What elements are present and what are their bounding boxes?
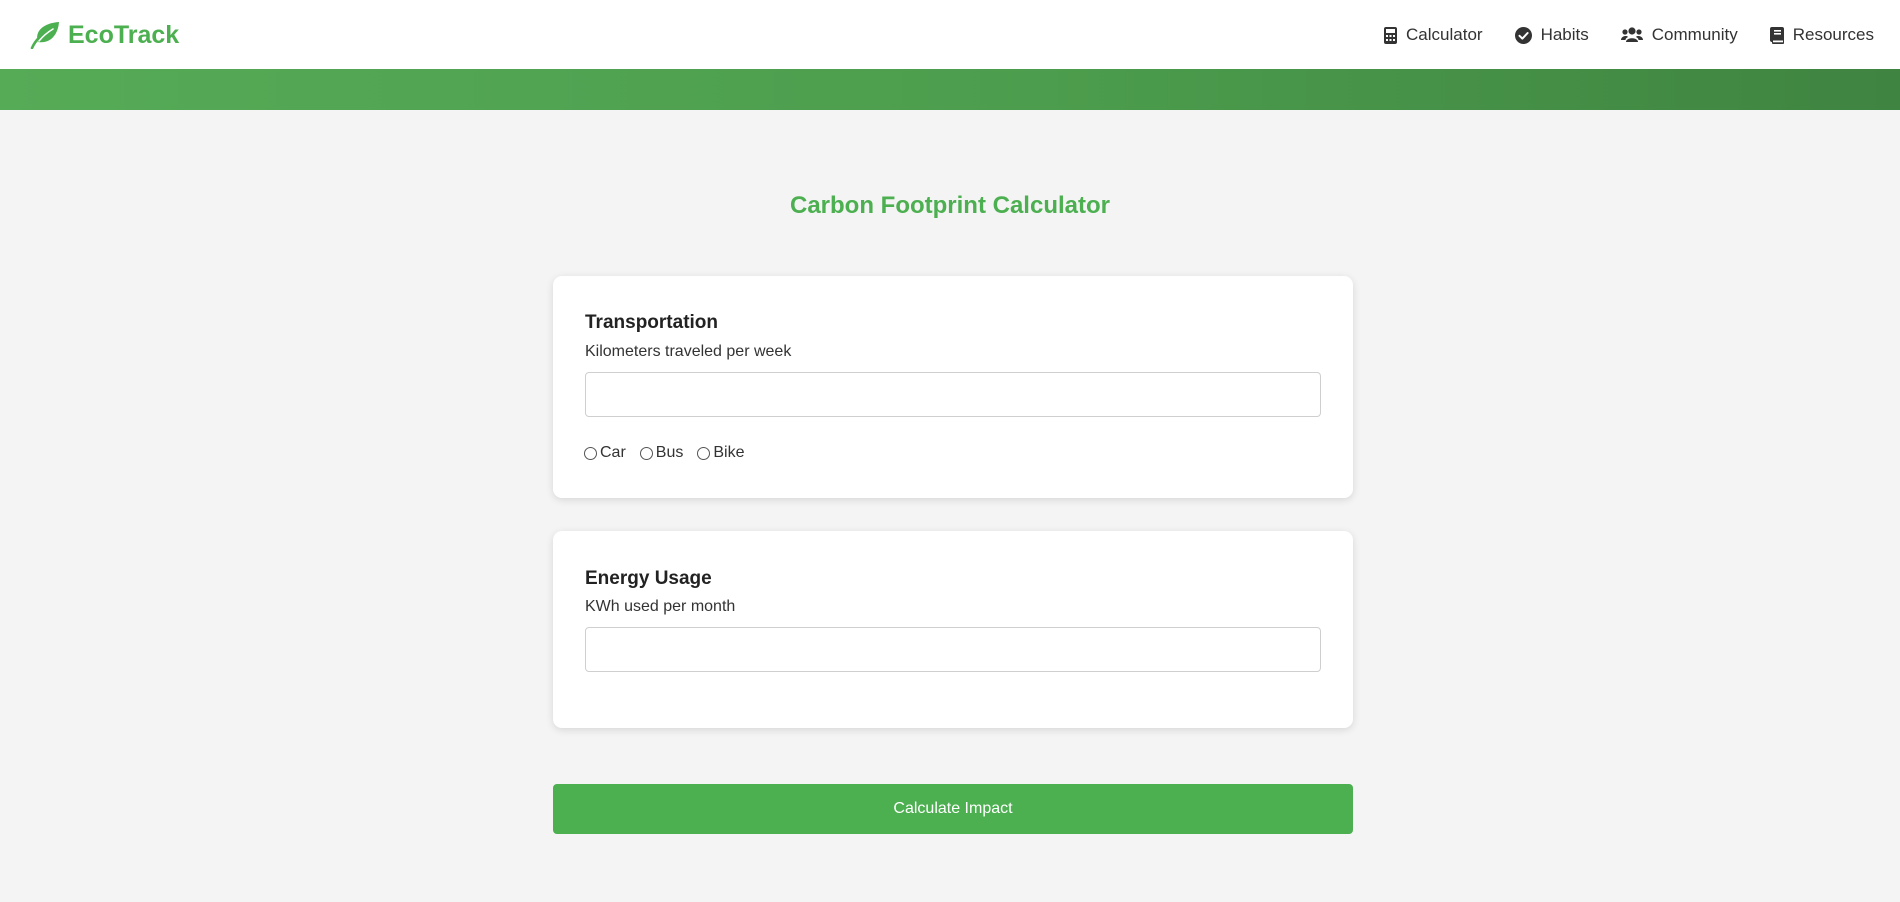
transportation-card: Transportation Kilometers traveled per w…: [553, 276, 1353, 498]
hero-banner: [0, 69, 1900, 110]
kwh-input[interactable]: [585, 627, 1321, 672]
radio-label: Bus: [655, 444, 684, 461]
book-icon: [1769, 26, 1784, 44]
radio-option-bus[interactable]: Bus: [639, 444, 684, 462]
nav-item-community[interactable]: Community: [1620, 25, 1738, 45]
radio-option-car[interactable]: Car: [584, 444, 626, 462]
users-icon: [1620, 27, 1643, 43]
nav-label: Community: [1651, 25, 1738, 44]
brand-logo-link[interactable]: EcoTrack: [30, 18, 179, 52]
energy-usage-heading: Energy Usage: [585, 568, 712, 589]
leaf-icon: [30, 21, 60, 49]
nav-label: Calculator: [1406, 25, 1483, 44]
calculator-icon: [1384, 26, 1398, 44]
page-title: Carbon Footprint Calculator: [790, 192, 1110, 219]
nav-item-habits[interactable]: Habits: [1514, 25, 1589, 45]
radio-label: Car: [600, 444, 626, 461]
kilometers-input[interactable]: [585, 372, 1321, 417]
nav-label: Resources: [1792, 25, 1874, 44]
radio-label: Bike: [713, 444, 745, 461]
top-navigation-bar: EcoTrack Calculator Habits Community Res…: [0, 0, 1900, 69]
kwh-label: KWh used per month: [585, 598, 736, 615]
kilometers-label: Kilometers traveled per week: [585, 343, 792, 360]
nav-item-calculator[interactable]: Calculator: [1384, 25, 1483, 45]
brand-name: EcoTrack: [68, 20, 180, 49]
main-nav: Calculator Habits Community Resources: [1384, 22, 1874, 48]
calculate-impact-button[interactable]: Calculate Impact: [553, 784, 1353, 834]
energy-usage-card: Energy Usage KWh used per month: [553, 531, 1353, 728]
transportation-heading: Transportation: [585, 312, 719, 333]
nav-item-resources[interactable]: Resources: [1769, 25, 1874, 45]
nav-label: Habits: [1540, 25, 1589, 44]
radio-button[interactable]: [584, 446, 597, 460]
radio-button[interactable]: [697, 446, 711, 460]
radio-option-bike[interactable]: Bike: [697, 444, 744, 462]
transport-mode-group: Car Bus Bike: [584, 444, 744, 462]
check-circle-icon: [1514, 26, 1532, 44]
radio-button[interactable]: [639, 446, 653, 460]
